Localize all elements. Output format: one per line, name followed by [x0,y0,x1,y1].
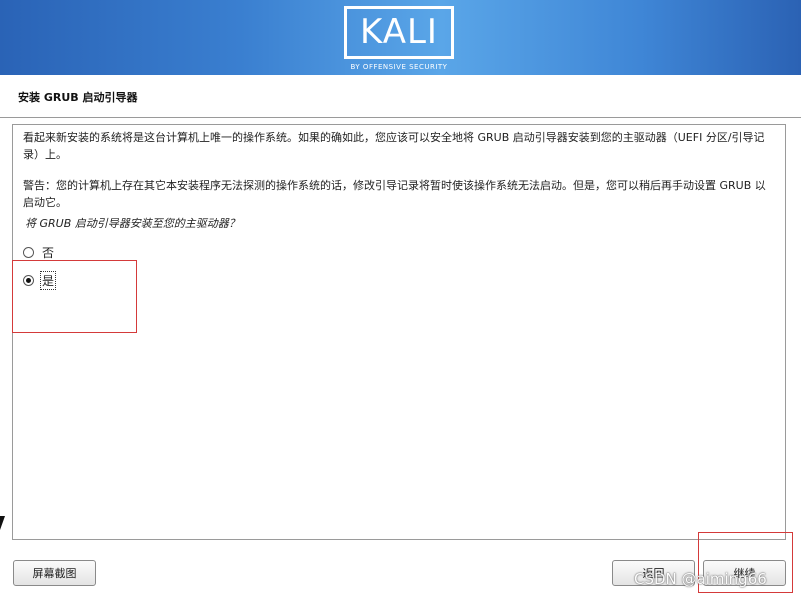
info-paragraph: 看起来新安装的系统将是这台计算机上唯一的操作系统。如果的确如此，您应该可以安全地… [23,131,765,161]
kali-banner: KALI BY OFFENSIVE SECURITY [0,0,801,75]
kali-tagline: BY OFFENSIVE SECURITY [350,63,448,71]
question-prompt: 将 GRUB 启动引导器安装至您的主驱动器？ [25,217,240,230]
option-no[interactable]: 否 [23,243,55,261]
option-no-label: 否 [42,245,55,260]
kali-logo: KALI [344,6,454,59]
annotation-highlight-yes [12,260,137,333]
page-title: 安装 GRUB 启动引导器 [18,91,138,104]
csdn-watermark: CSDN @aiming66 [634,570,767,588]
screenshot-button[interactable]: 屏幕截图 [13,560,96,586]
warning-paragraph: 警告：您的计算机上存在其它本安装程序无法探测的操作系统的话，修改引导记录将暂时使… [23,179,766,209]
page-header: 安装 GRUB 启动引导器 [0,75,801,118]
radio-no[interactable] [23,246,34,258]
kali-logo-text: KALI [360,12,438,52]
mouse-cursor-icon [0,516,5,530]
